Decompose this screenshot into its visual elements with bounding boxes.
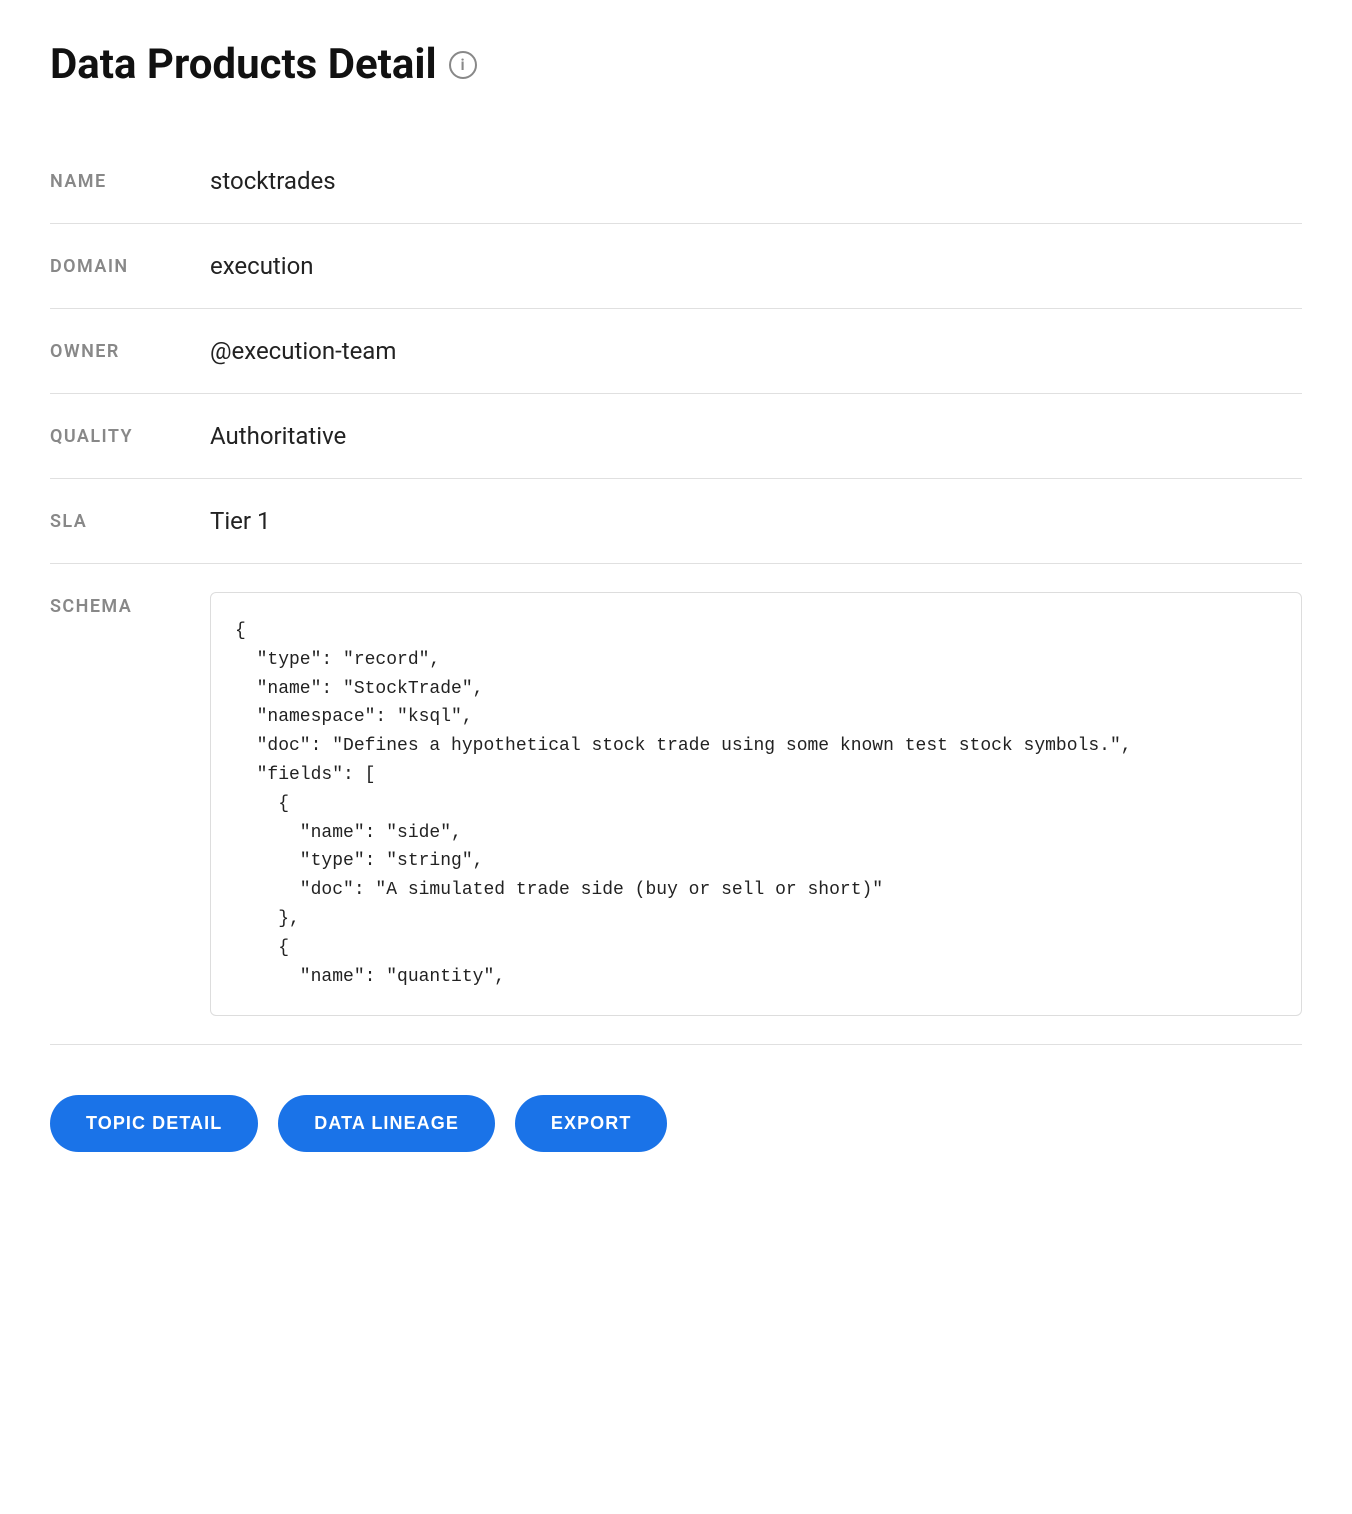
schema-value[interactable]: { "type": "record", "name": "StockTrade"… bbox=[210, 592, 1302, 1016]
schema-label: SCHEMA bbox=[50, 592, 210, 617]
page-title: Data Products Detail bbox=[50, 40, 437, 89]
domain-row: DOMAIN execution bbox=[50, 224, 1302, 309]
domain-label: DOMAIN bbox=[50, 252, 210, 277]
name-row: NAME stocktrades bbox=[50, 139, 1302, 224]
schema-row: SCHEMA { "type": "record", "name": "Stoc… bbox=[50, 564, 1302, 1045]
domain-value: execution bbox=[210, 252, 1302, 280]
owner-value: @execution-team bbox=[210, 337, 1302, 365]
quality-value: Authoritative bbox=[210, 422, 1302, 450]
sla-row: SLA Tier 1 bbox=[50, 479, 1302, 564]
quality-row: QUALITY Authoritative bbox=[50, 394, 1302, 479]
sla-label: SLA bbox=[50, 507, 210, 532]
topic-detail-button[interactable]: TOPIC DETAIL bbox=[50, 1095, 258, 1152]
owner-row: OWNER @execution-team bbox=[50, 309, 1302, 394]
name-label: NAME bbox=[50, 167, 210, 192]
export-button[interactable]: EXPORT bbox=[515, 1095, 668, 1152]
quality-label: QUALITY bbox=[50, 422, 210, 447]
owner-label: OWNER bbox=[50, 337, 210, 362]
sla-value: Tier 1 bbox=[210, 507, 1302, 535]
name-value: stocktrades bbox=[210, 167, 1302, 195]
footer-buttons: TOPIC DETAIL DATA LINEAGE EXPORT bbox=[50, 1095, 1302, 1152]
data-lineage-button[interactable]: DATA LINEAGE bbox=[278, 1095, 495, 1152]
page-header: Data Products Detail i bbox=[50, 40, 1302, 89]
info-icon[interactable]: i bbox=[449, 51, 477, 79]
